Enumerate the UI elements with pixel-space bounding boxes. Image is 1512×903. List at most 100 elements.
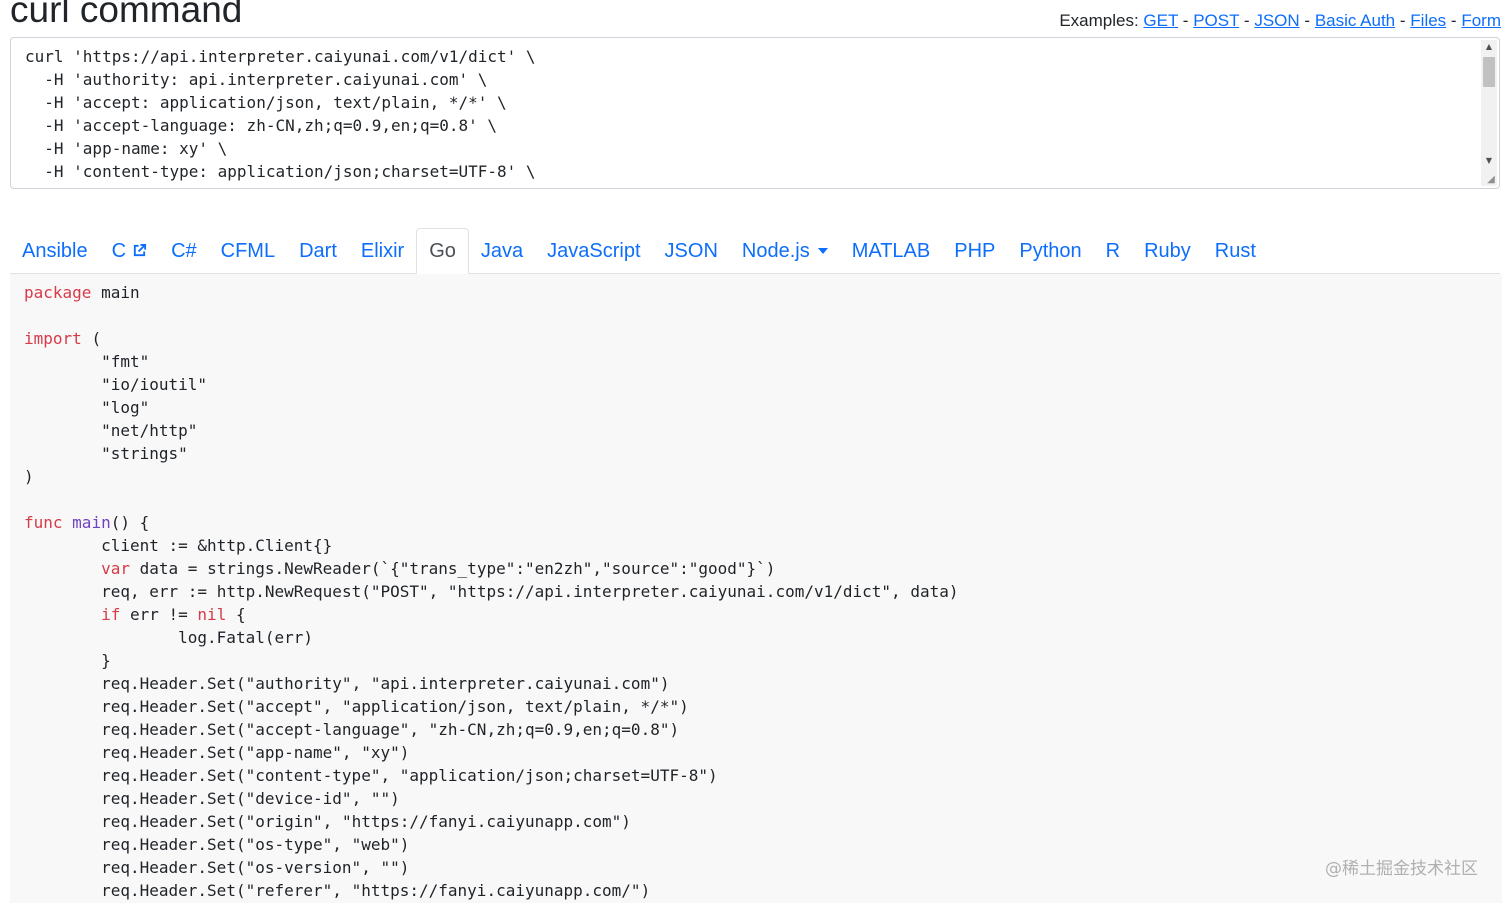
code-line: "net/http": [101, 421, 198, 440]
tab-label: JSON: [664, 239, 718, 262]
code-line: }: [101, 651, 111, 670]
scrollbar-thumb[interactable]: [1483, 57, 1495, 87]
curl-line: -H 'accept-language: zh-CN,zh;q=0.9,en;q…: [25, 116, 498, 135]
code-line: req.Header.Set("device-id", ""): [101, 789, 400, 808]
curl-line: curl 'https://api.interpreter.caiyunai.c…: [25, 47, 536, 66]
tab-label: Ruby: [1144, 239, 1191, 262]
code-line: req.Header.Set("accept", "application/js…: [101, 697, 689, 716]
code-function-name: main: [72, 513, 111, 532]
example-link-json[interactable]: JSON: [1254, 11, 1299, 30]
curl-line: -H 'authority: api.interpreter.caiyunai.…: [25, 70, 488, 89]
generated-code: package main import ( "fmt" "io/ioutil" …: [24, 281, 958, 902]
code-line: req.Header.Set("os-version", ""): [101, 858, 410, 877]
curl-line: -H 'accept: application/json, text/plain…: [25, 93, 507, 112]
tab-label: C: [111, 239, 127, 262]
curl-line: -H 'app-name: xy' \: [25, 139, 228, 158]
code-line: client := &http.Client{}: [101, 536, 333, 555]
code-keyword: nil: [197, 605, 227, 624]
code-line: req.Header.Set("accept-language", "zh-CN…: [101, 720, 680, 739]
language-tabs: Ansible C C# CFML Dart Elixir Go Java JavaScript…: [10, 228, 1500, 274]
code-line: req.Header.Set("os-type", "web"): [101, 835, 410, 854]
curl-line: -H 'content-type: application/json;chars…: [25, 162, 536, 181]
tab-r[interactable]: R: [1094, 228, 1132, 273]
tab-csharp[interactable]: C#: [159, 228, 209, 273]
tab-label: Elixir: [360, 239, 405, 262]
examples-label: Examples:: [1059, 11, 1139, 30]
tab-label: MATLAB: [851, 239, 931, 262]
external-link-icon: [133, 243, 147, 257]
code-line: var data = strings.NewReader(`{"trans_ty…: [101, 559, 776, 578]
example-link-files[interactable]: Files: [1410, 11, 1446, 30]
caret-down-icon: [817, 247, 828, 254]
examples-separator: -: [1450, 11, 1457, 30]
tab-label: Dart: [299, 239, 337, 262]
code-line: req.Header.Set("content-type", "applicat…: [101, 766, 718, 785]
tab-label: Rust: [1214, 239, 1256, 262]
example-link-post[interactable]: POST: [1193, 11, 1239, 30]
code-line: ): [24, 467, 34, 486]
example-link-get[interactable]: GET: [1143, 11, 1178, 30]
tab-ansible[interactable]: Ansible: [10, 228, 100, 273]
code-line: req.Header.Set("referer", "https://fanyi…: [101, 881, 651, 900]
tab-label: PHP: [954, 239, 996, 262]
code-line: if err != nil {: [101, 605, 246, 624]
code-line: log.Fatal(err): [178, 628, 314, 647]
code-keyword: if: [101, 605, 121, 624]
tab-c[interactable]: C: [100, 228, 159, 273]
code-line: func main() {: [24, 513, 150, 532]
examples-bar: Examples: GET - POST - JSON - Basic Auth…: [1059, 10, 1501, 32]
tab-rust[interactable]: Rust: [1203, 228, 1268, 273]
tab-php[interactable]: PHP: [942, 228, 1007, 273]
tab-json[interactable]: JSON: [653, 228, 730, 273]
curl-input-scrollbar[interactable]: ▲ ▼: [1481, 40, 1497, 186]
tab-label: Node.js: [741, 239, 810, 262]
tab-label: Java: [480, 239, 524, 262]
tab-java[interactable]: Java: [469, 228, 535, 273]
tab-dart[interactable]: Dart: [287, 228, 349, 273]
code-keyword: package: [24, 283, 92, 302]
examples-separator: -: [1304, 11, 1311, 30]
tab-elixir[interactable]: Elixir: [349, 228, 416, 273]
tab-node-js[interactable]: Node.js: [730, 228, 840, 273]
tab-javascript[interactable]: JavaScript: [535, 228, 652, 273]
curl-command-text[interactable]: curl 'https://api.interpreter.caiyunai.c…: [25, 45, 536, 188]
code-line: req, err := http.NewRequest("POST", "htt…: [101, 582, 959, 601]
tab-label: Ansible: [22, 239, 88, 262]
tab-label: Go: [429, 240, 456, 262]
code-line: "io/ioutil": [101, 375, 208, 394]
tab-label: C#: [171, 239, 197, 262]
example-link-form[interactable]: Form: [1461, 11, 1501, 30]
code-line: req.Header.Set("authority", "api.interpr…: [101, 674, 670, 693]
code-line: import (: [24, 329, 102, 348]
curl-line: -H 'device-id: ' \: [25, 185, 217, 188]
code-line: "log": [101, 398, 150, 417]
code-keyword: import: [24, 329, 82, 348]
scroll-down-arrow-icon[interactable]: ▼: [1481, 154, 1497, 168]
examples-separator: -: [1399, 11, 1406, 30]
code-keyword: func: [24, 513, 63, 532]
code-line: req.Header.Set("app-name", "xy"): [101, 743, 410, 762]
tab-label: Python: [1019, 239, 1082, 262]
code-line: req.Header.Set("origin", "https://fanyi.…: [101, 812, 631, 831]
watermark: @稀土掘金技术社区: [1325, 859, 1478, 879]
tab-label: R: [1105, 239, 1121, 262]
page-title: curl command: [10, 0, 243, 30]
generated-code-panel: package main import ( "fmt" "io/ioutil" …: [10, 274, 1502, 903]
tab-ruby[interactable]: Ruby: [1132, 228, 1203, 273]
tab-go[interactable]: Go: [416, 228, 469, 274]
code-line: "fmt": [101, 352, 150, 371]
tab-label: CFML: [220, 239, 276, 262]
tab-python[interactable]: Python: [1007, 228, 1093, 273]
code-line: package main: [24, 283, 140, 302]
code-line: "strings": [101, 444, 188, 463]
example-link-basic-auth[interactable]: Basic Auth: [1315, 11, 1395, 30]
resize-grip-icon[interactable]: ◢: [1485, 174, 1497, 186]
tab-label: JavaScript: [547, 239, 641, 262]
code-keyword: var: [101, 559, 130, 578]
tab-cfml[interactable]: CFML: [209, 228, 287, 273]
tab-matlab[interactable]: MATLAB: [840, 228, 943, 273]
examples-separator: -: [1182, 11, 1189, 30]
examples-separator: -: [1243, 11, 1250, 30]
scroll-up-arrow-icon[interactable]: ▲: [1481, 40, 1497, 54]
curl-command-input[interactable]: curl 'https://api.interpreter.caiyunai.c…: [10, 37, 1500, 189]
